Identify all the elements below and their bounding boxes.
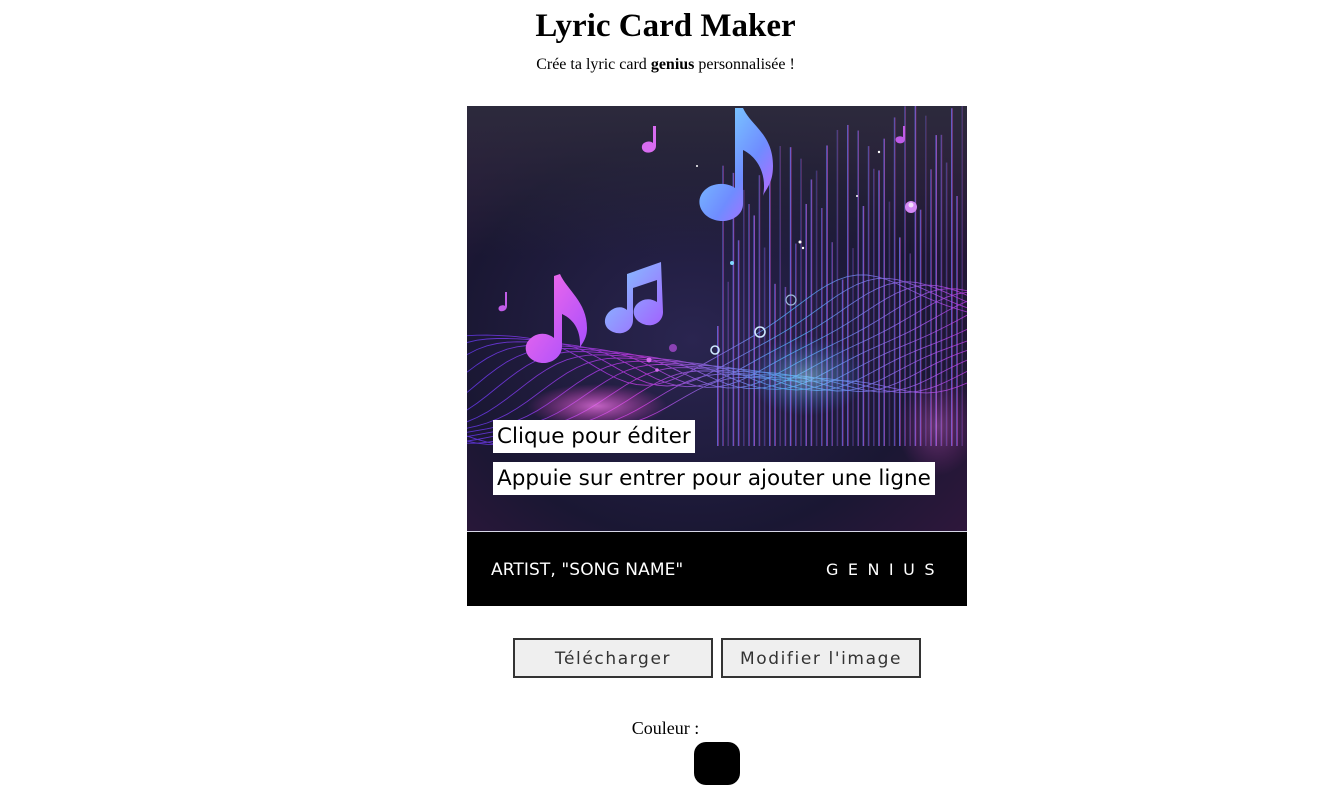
subtitle-text-end: personnalisée ! [694, 56, 795, 73]
subtitle-text: Crée ta lyric card [536, 56, 651, 73]
subtitle-brand: genius [650, 56, 695, 73]
genius-logo: GENIUS [825, 560, 944, 579]
download-button[interactable]: Télécharger [513, 638, 713, 678]
artist-song-field[interactable]: ARTIST, "SONG NAME" [491, 559, 683, 581]
edit-image-button[interactable]: Modifier l'image [721, 638, 921, 678]
lyric-card: Clique pour éditer Appuie sur entrer pou… [467, 106, 967, 606]
page-title: Lyric Card Maker [535, 8, 796, 44]
card-footer: ARTIST, "SONG NAME" GENIUS [467, 532, 967, 606]
lyric-lines: Clique pour éditer Appuie sur entrer pou… [493, 420, 935, 504]
lyric-line[interactable]: Clique pour éditer [493, 420, 695, 453]
lyric-line[interactable]: Appuie sur entrer pour ajouter une ligne [493, 462, 935, 495]
color-swatch[interactable] [694, 742, 740, 785]
page-subtitle: Crée ta lyric card genius personnalisée … [0, 55, 1331, 75]
color-label: Couleur : [631, 718, 700, 738]
